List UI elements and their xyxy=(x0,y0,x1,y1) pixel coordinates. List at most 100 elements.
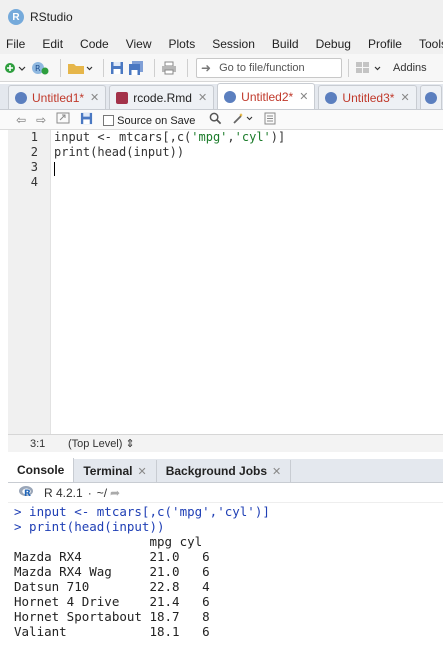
r-script-icon xyxy=(325,91,338,104)
line-number: 2 xyxy=(30,145,38,159)
console-header: R R 4.2.1 · ~/ ➦ xyxy=(8,483,443,503)
r-script-icon xyxy=(424,91,437,104)
string-literal: 'cyl' xyxy=(234,130,271,144)
menu-build[interactable]: Build xyxy=(272,37,299,51)
print-icon[interactable] xyxy=(161,59,177,77)
code-token: , xyxy=(227,130,235,144)
close-tab-icon[interactable]: ✕ xyxy=(90,91,99,104)
checkbox-box[interactable] xyxy=(103,114,115,126)
save-icon[interactable] xyxy=(80,112,93,128)
close-tab-icon[interactable]: ✕ xyxy=(400,91,409,104)
menu-profile[interactable]: Profile xyxy=(368,37,402,51)
close-tab-icon[interactable]: ✕ xyxy=(198,91,207,104)
tab-label: Untitled3* xyxy=(342,90,395,105)
go-to-placeholder: Go to file/function xyxy=(219,61,305,74)
r-script-icon xyxy=(224,90,237,103)
tab-label: Console xyxy=(17,463,65,477)
forward-arrow-icon[interactable]: ⇨ xyxy=(36,113,46,127)
string-literal: 'mpg' xyxy=(191,130,228,144)
console-line: > input <- mtcars[,c('mpg','cyl')] xyxy=(14,504,270,519)
editor-tab-untitled1[interactable]: Untitled1* ✕ xyxy=(8,85,107,109)
code-token: input <- mtcars[,c( xyxy=(54,130,192,144)
console-tab-bar: Console Terminal ✕ Background Jobs ✕ xyxy=(8,458,443,483)
tab-terminal[interactable]: Terminal ✕ xyxy=(74,460,157,482)
working-directory[interactable]: ~/ xyxy=(97,486,107,500)
back-arrow-icon[interactable]: ⇦ xyxy=(16,113,26,127)
close-tab-icon[interactable]: ✕ xyxy=(299,90,308,103)
console-line: Mazda RX4 21.0 6 xyxy=(14,549,210,564)
code-token: )] xyxy=(270,130,286,144)
show-in-window-icon[interactable] xyxy=(56,112,70,127)
text-cursor xyxy=(54,162,55,176)
toolbar-divider xyxy=(103,58,104,77)
updown-icon: ⇕ xyxy=(125,438,135,450)
close-tab-icon[interactable]: ✕ xyxy=(272,465,281,478)
menu-session[interactable]: Session xyxy=(212,37,255,51)
menu-bar: File Edit Code View Plots Session Build … xyxy=(0,34,443,54)
tab-label: Untitled1* xyxy=(32,90,85,105)
menu-code[interactable]: Code xyxy=(80,37,109,51)
console-line: mpg cyl xyxy=(14,534,203,549)
scope-selector[interactable]: (Top Level) ⇕ xyxy=(58,437,135,450)
console-line: Datsun 710 22.8 4 xyxy=(14,579,210,594)
menu-edit[interactable]: Edit xyxy=(42,37,63,51)
editor-tab-overflow[interactable] xyxy=(419,85,442,109)
r-version: R 4.2.1 xyxy=(44,485,83,500)
title-bar: R RStudio xyxy=(0,0,443,34)
document-outline-icon[interactable] xyxy=(264,112,276,128)
toolbar-divider xyxy=(60,58,61,77)
new-file-icon[interactable] xyxy=(4,59,26,77)
rmarkdown-icon xyxy=(116,91,129,104)
addins-menu[interactable]: Addins xyxy=(393,62,427,74)
code-line-1: input <- mtcars[,c('mpg','cyl')] xyxy=(54,130,285,144)
toolbar-divider xyxy=(187,58,188,77)
tab-label: Background Jobs xyxy=(165,464,268,478)
open-folder-icon[interactable] xyxy=(67,59,93,77)
tab-label: Terminal xyxy=(83,464,133,478)
line-number-gutter: 1 2 3 4 xyxy=(8,130,51,434)
code-editor[interactable]: input <- mtcars[,c('mpg','cyl')] print(h… xyxy=(51,130,443,434)
tab-label: rcode.Rmd xyxy=(133,90,192,105)
magic-wand-icon[interactable] xyxy=(232,112,254,128)
tab-background-jobs[interactable]: Background Jobs ✕ xyxy=(157,460,292,482)
cursor-position: 3:1 xyxy=(30,437,46,450)
menu-debug[interactable]: Debug xyxy=(316,37,351,51)
new-project-icon[interactable]: R xyxy=(30,59,50,77)
tab-console[interactable]: Console xyxy=(8,458,75,482)
console-line: Mazda RX4 Wag 21.0 6 xyxy=(14,564,210,579)
editor-tab-rcode-rmd[interactable]: rcode.Rmd ✕ xyxy=(109,85,215,109)
close-tab-icon[interactable]: ✕ xyxy=(137,465,146,478)
toolbar-divider xyxy=(154,58,155,77)
source-on-save-checkbox[interactable]: Source on Save xyxy=(103,113,195,127)
search-icon[interactable] xyxy=(209,112,222,128)
tab-label: Untitled2* xyxy=(241,89,294,104)
go-to-file-input[interactable]: ➜ Go to file/function xyxy=(196,57,342,78)
console-line: Hornet 4 Drive 21.4 6 xyxy=(14,594,210,609)
console-line: Valiant 18.1 6 xyxy=(14,624,210,639)
workspace-panes-icon[interactable] xyxy=(355,59,383,77)
svg-text:R: R xyxy=(24,489,31,498)
save-icon[interactable] xyxy=(110,59,124,77)
main-toolbar: R ➜ Go to file/function Addins xyxy=(0,54,443,82)
line-number: 4 xyxy=(30,175,38,189)
editor-tab-bar: Untitled1* ✕ rcode.Rmd ✕ Untitled2* ✕ Un… xyxy=(0,83,443,110)
menu-file[interactable]: File xyxy=(6,37,25,51)
window-title: RStudio xyxy=(30,10,73,24)
console-output[interactable]: > input <- mtcars[,c('mpg','cyl')] > pri… xyxy=(8,504,443,645)
menu-plots[interactable]: Plots xyxy=(169,37,196,51)
console-line: > print(head(input)) xyxy=(14,519,165,534)
save-all-icon[interactable] xyxy=(128,59,144,77)
source-on-save-label: Source on Save xyxy=(117,114,196,127)
go-to-arrow-icon: ➜ xyxy=(201,60,212,75)
r-script-icon xyxy=(15,91,27,104)
line-number: 1 xyxy=(30,130,38,144)
scope-label: (Top Level) xyxy=(68,438,123,450)
svg-text:R: R xyxy=(35,64,41,73)
go-to-directory-icon[interactable]: ➦ xyxy=(110,486,120,500)
editor-tab-untitled3[interactable]: Untitled3* ✕ xyxy=(318,85,417,109)
editor-status-bar: 3:1 (Top Level) ⇕ xyxy=(8,434,443,452)
editor-tab-untitled2[interactable]: Untitled2* ✕ xyxy=(217,83,316,109)
menu-tools[interactable]: Tools xyxy=(419,37,443,51)
menu-view[interactable]: View xyxy=(126,37,152,51)
line-number: 3 xyxy=(30,160,38,174)
